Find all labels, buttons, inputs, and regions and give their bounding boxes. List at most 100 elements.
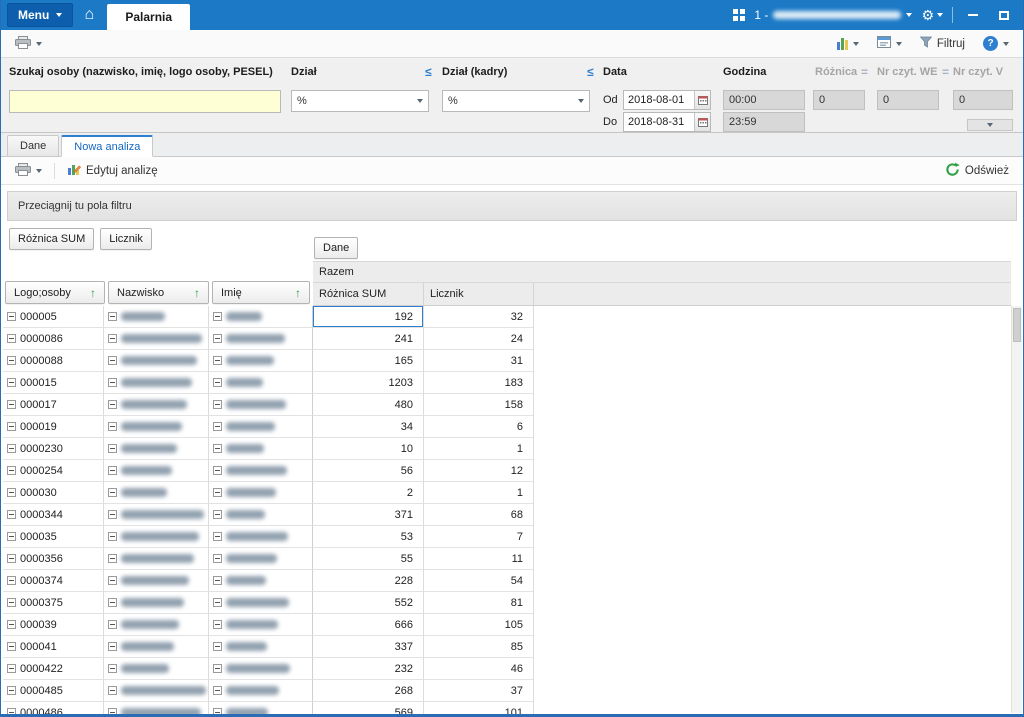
collapse-icon[interactable]: [7, 466, 16, 475]
help-button[interactable]: ?: [977, 33, 1015, 54]
collapse-icon[interactable]: [108, 422, 117, 431]
row-header-logo[interactable]: 000039: [3, 614, 104, 636]
row-header-imie[interactable]: [209, 614, 313, 636]
row-header-imie[interactable]: [209, 680, 313, 702]
row-header-logo[interactable]: 0000375: [3, 592, 104, 614]
collapse-icon[interactable]: [213, 598, 222, 607]
data-cell-roznica-sum[interactable]: 371: [313, 504, 424, 526]
row-header-logo[interactable]: 000035: [3, 526, 104, 548]
collapse-icon[interactable]: [7, 334, 16, 343]
edit-analysis-button[interactable]: Edytuj analizę: [61, 159, 164, 182]
data-cell-licznik[interactable]: 81: [424, 592, 534, 614]
column-header-roznica-sum[interactable]: Różnica SUM: [313, 283, 424, 305]
data-cell-licznik[interactable]: 183: [424, 372, 534, 394]
collapse-icon[interactable]: [7, 510, 16, 519]
data-cell-roznica-sum[interactable]: 337: [313, 636, 424, 658]
row-header-imie[interactable]: [209, 438, 313, 460]
apps-grid-icon[interactable]: [733, 9, 746, 21]
row-header-imie[interactable]: [209, 548, 313, 570]
collapse-icon[interactable]: [7, 686, 16, 695]
data-cell-licznik[interactable]: 1: [424, 482, 534, 504]
row-header-imie[interactable]: [209, 592, 313, 614]
data-cell-licznik[interactable]: 31: [424, 350, 534, 372]
collapse-icon[interactable]: [108, 620, 117, 629]
collapse-icon[interactable]: [213, 488, 222, 497]
data-cell-licznik[interactable]: 101: [424, 702, 534, 714]
row-header-imie[interactable]: [209, 658, 313, 680]
row-header-imie[interactable]: [209, 570, 313, 592]
dzial-operator[interactable]: ≤: [425, 65, 432, 79]
row-header-nazwisko[interactable]: [104, 526, 209, 548]
minimize-button[interactable]: [962, 4, 984, 26]
collapse-icon[interactable]: [213, 576, 222, 585]
row-header-imie[interactable]: [209, 636, 313, 658]
search-input[interactable]: [9, 90, 281, 113]
data-field-roznica-sum[interactable]: Różnica SUM: [9, 228, 95, 250]
collapse-icon[interactable]: [7, 422, 16, 431]
refresh-button[interactable]: Odśwież: [939, 159, 1015, 183]
data-cell-roznica-sum[interactable]: 666: [313, 614, 424, 636]
company-selector[interactable]: 1 -: [754, 8, 913, 22]
data-cell-licznik[interactable]: 11: [424, 548, 534, 570]
collapse-icon[interactable]: [108, 576, 117, 585]
settings-button[interactable]: ⚙: [921, 7, 943, 24]
data-cell-licznik[interactable]: 46: [424, 658, 534, 680]
collapse-icon[interactable]: [213, 510, 222, 519]
row-header-logo[interactable]: 0000254: [3, 460, 104, 482]
collapse-icon[interactable]: [213, 686, 222, 695]
data-cell-roznica-sum[interactable]: 55: [313, 548, 424, 570]
data-cell-roznica-sum[interactable]: 241: [313, 328, 424, 350]
row-field-imie[interactable]: Imię ↑: [212, 281, 310, 304]
column-field-dane[interactable]: Dane: [314, 237, 359, 259]
row-header-logo[interactable]: 000030: [3, 482, 104, 504]
collapse-icon[interactable]: [108, 400, 117, 409]
collapse-icon[interactable]: [7, 642, 16, 651]
collapse-icon[interactable]: [7, 620, 16, 629]
collapse-icon[interactable]: [213, 708, 222, 714]
date-to-input[interactable]: 2018-08-31: [623, 112, 711, 132]
collapse-icon[interactable]: [213, 334, 222, 343]
row-header-imie[interactable]: [209, 328, 313, 350]
row-header-logo[interactable]: 000017: [3, 394, 104, 416]
collapse-icon[interactable]: [213, 312, 222, 321]
data-cell-roznica-sum[interactable]: 192: [313, 306, 424, 328]
row-header-logo[interactable]: 0000086: [3, 328, 104, 350]
data-cell-licznik[interactable]: 85: [424, 636, 534, 658]
home-button[interactable]: ⌂: [73, 0, 105, 30]
row-header-logo[interactable]: 0000374: [3, 570, 104, 592]
collapse-icon[interactable]: [108, 664, 117, 673]
row-header-nazwisko[interactable]: [104, 328, 209, 350]
sort-asc-icon[interactable]: ↑: [194, 286, 200, 300]
row-header-logo[interactable]: 000019: [3, 416, 104, 438]
row-header-nazwisko[interactable]: [104, 702, 209, 714]
data-cell-licznik[interactable]: 105: [424, 614, 534, 636]
collapse-icon[interactable]: [108, 312, 117, 321]
print-button[interactable]: [9, 33, 48, 55]
collapse-icon[interactable]: [108, 466, 117, 475]
collapse-icon[interactable]: [108, 488, 117, 497]
row-header-nazwisko[interactable]: [104, 592, 209, 614]
maximize-button[interactable]: [993, 4, 1015, 26]
collapse-icon[interactable]: [7, 708, 16, 714]
collapse-icon[interactable]: [7, 554, 16, 563]
column-header-licznik[interactable]: Licznik: [424, 283, 534, 305]
tab-dane[interactable]: Dane: [7, 135, 60, 157]
filter-drop-area[interactable]: Przeciągnij tu pola filtru: [7, 191, 1017, 221]
data-cell-licznik[interactable]: 37: [424, 680, 534, 702]
collapse-icon[interactable]: [108, 334, 117, 343]
row-header-logo[interactable]: 000041: [3, 636, 104, 658]
row-header-imie[interactable]: [209, 460, 313, 482]
row-header-imie[interactable]: [209, 372, 313, 394]
collapse-icon[interactable]: [108, 598, 117, 607]
collapse-icon[interactable]: [7, 444, 16, 453]
date-from-input[interactable]: 2018-08-01: [623, 90, 711, 110]
row-header-imie[interactable]: [209, 416, 313, 438]
row-header-nazwisko[interactable]: [104, 504, 209, 526]
filter-button[interactable]: Filtruj: [914, 33, 971, 54]
row-header-nazwisko[interactable]: [104, 548, 209, 570]
collapse-icon[interactable]: [7, 664, 16, 673]
row-header-logo[interactable]: 0000486: [3, 702, 104, 714]
collapse-icon[interactable]: [7, 378, 16, 387]
row-header-nazwisko[interactable]: [104, 658, 209, 680]
collapse-icon[interactable]: [108, 554, 117, 563]
